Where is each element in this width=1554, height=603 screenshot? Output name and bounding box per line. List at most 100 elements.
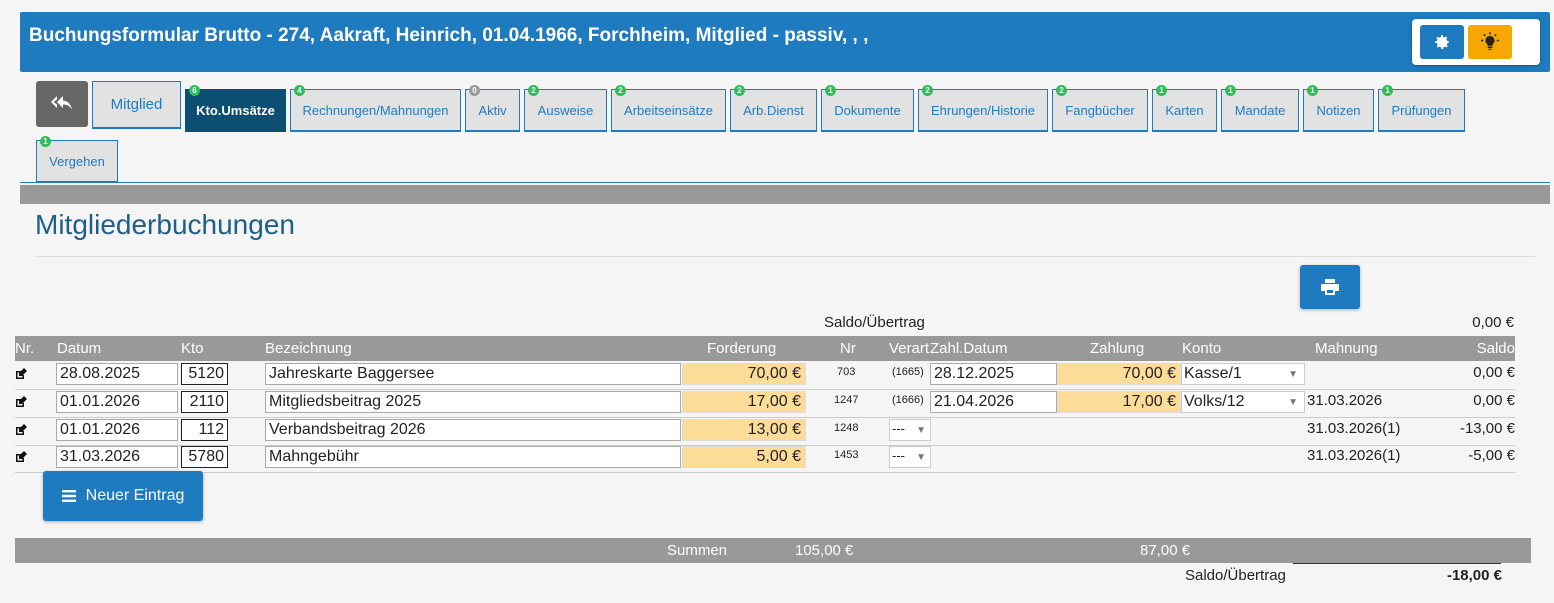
verart-select[interactable]: --- ▼ bbox=[889, 446, 931, 468]
col-nr2: Nr bbox=[840, 340, 856, 357]
col-konto: Konto bbox=[1182, 340, 1222, 357]
edit-icon[interactable] bbox=[15, 396, 27, 408]
tab-fangbuecher[interactable]: 2 Fangbücher bbox=[1052, 85, 1148, 132]
tab-badge: 1 bbox=[40, 136, 51, 147]
help-button[interactable] bbox=[1468, 25, 1512, 59]
col-verart: Verart bbox=[889, 340, 930, 357]
tab-label: Kto.Umsätze bbox=[196, 102, 275, 118]
tab-dokumente[interactable]: 1 Dokumente bbox=[821, 85, 914, 132]
saldo-value: 0,00 € bbox=[1473, 392, 1515, 409]
tab-vergehen[interactable]: 1 Vergehen bbox=[36, 136, 118, 183]
saldo-final-value: -18,00 € bbox=[1446, 567, 1502, 584]
tab-label: Mandate bbox=[1234, 102, 1286, 118]
chevron-down-icon: ▼ bbox=[1288, 369, 1298, 380]
konto-select[interactable]: Kasse/1 ▼ bbox=[1181, 363, 1305, 385]
description-input[interactable]: Verbandsbeitrag 2026 bbox=[265, 419, 681, 441]
edit-icon[interactable] bbox=[15, 368, 27, 380]
saldo-divider bbox=[1293, 563, 1501, 564]
verart-select-value: --- bbox=[892, 448, 905, 463]
saldo-carry-value: 0,00 € bbox=[1472, 314, 1514, 331]
tab-badge: 0 bbox=[469, 85, 480, 96]
tab-badge: 1 bbox=[1307, 85, 1318, 96]
gear-icon bbox=[1435, 35, 1449, 49]
konto-select[interactable]: Volks/12 ▼ bbox=[1181, 391, 1305, 413]
tab-mitglied[interactable]: Mitglied bbox=[92, 81, 181, 129]
print-button[interactable] bbox=[1300, 265, 1360, 309]
dunning-date: 31.03.2026(1) bbox=[1307, 447, 1401, 464]
saldo-value: -13,00 € bbox=[1459, 420, 1515, 437]
payment-amount: 17,00 € bbox=[1057, 391, 1181, 413]
date-input[interactable]: 01.01.2026 bbox=[56, 391, 178, 413]
description-input[interactable]: Mitgliedsbeitrag 2025 bbox=[265, 391, 681, 413]
tab-badge: 2 bbox=[734, 85, 745, 96]
account-input[interactable]: 5780 bbox=[181, 446, 228, 468]
tab-pruefungen[interactable]: 1 Prüfungen bbox=[1378, 85, 1465, 132]
description-input[interactable]: Mahngebühr bbox=[265, 446, 681, 468]
tab-badge: 1 bbox=[1225, 85, 1236, 96]
col-forderung: Forderung bbox=[707, 340, 777, 357]
tab-arbeitseinsaetze[interactable]: 2 Arbeitseinsätze bbox=[611, 85, 726, 132]
tab-label: Dokumente bbox=[834, 102, 901, 118]
tab-badge: 6 bbox=[189, 85, 200, 96]
print-icon bbox=[1321, 279, 1339, 295]
tab-label: Arb.Dienst bbox=[743, 102, 804, 118]
col-datum: Datum bbox=[57, 340, 102, 357]
claim-amount: 13,00 € bbox=[682, 419, 806, 441]
payment-amount: 70,00 € bbox=[1057, 363, 1181, 385]
tab-badge: 1 bbox=[1156, 85, 1167, 96]
date-input[interactable]: 28.08.2025 bbox=[56, 363, 178, 385]
date-input[interactable]: 01.01.2026 bbox=[56, 419, 178, 441]
payment-date-input[interactable]: 21.04.2026 bbox=[930, 391, 1057, 413]
saldo-final-label: Saldo/Übertrag bbox=[1185, 567, 1286, 584]
tab-badge: 4 bbox=[294, 85, 305, 96]
saldo-carry-label: Saldo/Übertrag bbox=[824, 314, 925, 331]
new-entry-button[interactable]: Neuer Eintrag bbox=[43, 471, 203, 521]
totals-label: Summen bbox=[667, 542, 728, 559]
dunning-date: 31.03.2026 bbox=[1307, 392, 1383, 409]
tab-rechnungen-mahnungen[interactable]: 4 Rechnungen/Mahnungen bbox=[290, 85, 461, 132]
tab-badge: 2 bbox=[1056, 85, 1067, 96]
tab-badge: 2 bbox=[528, 85, 539, 96]
saldo-value: -5,00 € bbox=[1468, 447, 1515, 464]
col-kto: Kto bbox=[181, 340, 204, 357]
tab-label: Vergehen bbox=[49, 153, 105, 169]
chevron-down-icon: ▼ bbox=[916, 425, 926, 436]
tab-karten[interactable]: 1 Karten bbox=[1152, 85, 1217, 132]
tab-label: Mitglied bbox=[110, 96, 163, 113]
chevron-down-icon: ▼ bbox=[1288, 397, 1298, 408]
edit-icon[interactable] bbox=[15, 424, 27, 436]
verart-select-value: --- bbox=[892, 421, 905, 436]
konto-select-value: Volks/12 bbox=[1184, 393, 1245, 410]
tab-badge: 2 bbox=[922, 85, 933, 96]
tab-aktiv[interactable]: 0 Aktiv bbox=[465, 85, 520, 132]
col-saldo: Saldo bbox=[1476, 340, 1515, 357]
settings-button[interactable] bbox=[1420, 25, 1464, 59]
tab-ausweise[interactable]: 2 Ausweise bbox=[524, 85, 607, 132]
claim-amount: 17,00 € bbox=[682, 391, 806, 413]
tab-label: Prüfungen bbox=[1391, 102, 1452, 118]
lightbulb-icon bbox=[1481, 32, 1499, 50]
verart-value: (1665) bbox=[892, 366, 924, 378]
date-input[interactable]: 31.03.2026 bbox=[56, 446, 178, 468]
tab-mandate[interactable]: 1 Mandate bbox=[1221, 85, 1299, 132]
payment-date-input[interactable]: 28.12.2025 bbox=[930, 363, 1057, 385]
tab-ehrungen-historie[interactable]: 2 Ehrungen/Historie bbox=[918, 85, 1048, 132]
saldo-value: 0,00 € bbox=[1473, 364, 1515, 381]
account-input[interactable]: 2110 bbox=[181, 391, 228, 413]
account-input[interactable]: 112 bbox=[181, 419, 228, 441]
tab-label: Aktiv bbox=[478, 102, 507, 118]
account-input[interactable]: 5120 bbox=[181, 363, 228, 385]
tab-notizen[interactable]: 1 Notizen bbox=[1303, 85, 1374, 132]
col-bezeichnung: Bezeichnung bbox=[265, 340, 352, 357]
verart-select[interactable]: --- ▼ bbox=[889, 419, 931, 441]
form-title: Buchungsformular Brutto - 274, Aakraft, … bbox=[29, 25, 869, 46]
section-divider bbox=[20, 185, 1550, 204]
edit-icon[interactable] bbox=[15, 451, 27, 463]
description-input[interactable]: Jahreskarte Baggersee bbox=[265, 363, 681, 385]
back-button[interactable] bbox=[36, 81, 88, 127]
table-header: Nr. Datum Kto Bezeichnung Forderung Nr V… bbox=[15, 336, 1515, 361]
reply-all-icon bbox=[51, 96, 72, 110]
tab-kto-umsaetze[interactable]: 6 Kto.Umsätze bbox=[185, 85, 286, 132]
tab-arb-dienst[interactable]: 2 Arb.Dienst bbox=[730, 85, 817, 132]
dunning-date: 31.03.2026(1) bbox=[1307, 420, 1401, 437]
